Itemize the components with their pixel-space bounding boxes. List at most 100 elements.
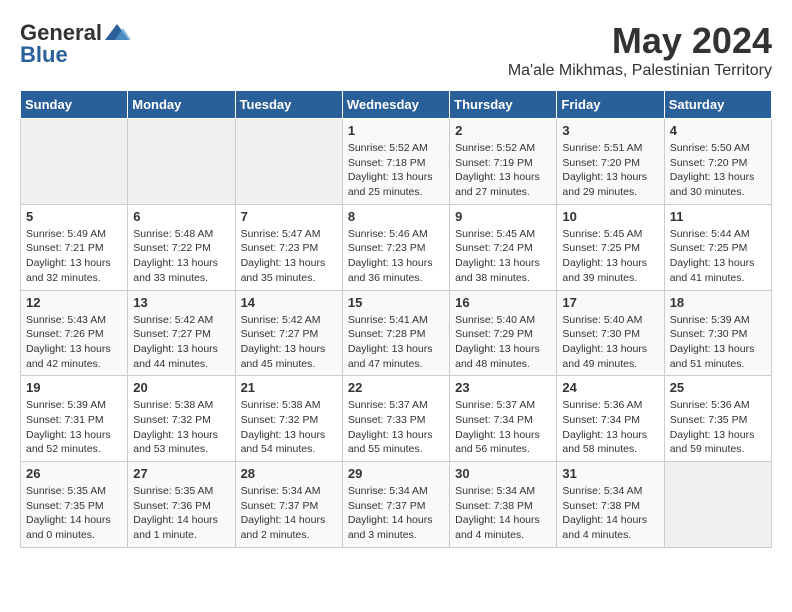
day-info: Sunrise: 5:36 AMSunset: 7:34 PMDaylight:… [562,398,658,457]
calendar-cell: 1 Sunrise: 5:52 AMSunset: 7:18 PMDaylight… [342,119,449,205]
day-number: 14 [241,295,337,310]
calendar-table: SundayMondayTuesdayWednesdayThursdayFrid… [20,90,772,548]
calendar-cell: 16 Sunrise: 5:40 AMSunset: 7:29 PMDayligh… [450,290,557,376]
calendar-cell: 6 Sunrise: 5:48 AMSunset: 7:22 PMDaylight… [128,204,235,290]
day-number: 9 [455,209,551,224]
day-number: 6 [133,209,229,224]
calendar-cell: 17Sunrise: 5:40 AMSunset: 7:30 PMDayligh… [557,290,664,376]
logo-blue: Blue [20,42,68,68]
day-info: Sunrise: 5:36 AMSunset: 7:35 PMDaylight:… [670,398,766,457]
day-info: Sunrise: 5:39 AMSunset: 7:30 PMDaylight:… [670,313,766,372]
day-header-thursday: Thursday [450,91,557,119]
day-number: 19 [26,380,122,395]
day-number: 29 [348,466,444,481]
title-section: May 2024 Ma'ale Mikhmas, Palestinian Ter… [508,20,772,80]
day-number: 17 [562,295,658,310]
day-number: 8 [348,209,444,224]
page-header: General Blue May 2024 Ma'ale Mikhmas, Pa… [20,20,772,80]
calendar-cell: 13 Sunrise: 5:42 AMSunset: 7:27 PMDayligh… [128,290,235,376]
day-number: 2 [455,123,551,138]
day-header-friday: Friday [557,91,664,119]
logo: General Blue [20,20,132,68]
calendar-cell: 31 Sunrise: 5:34 AMSunset: 7:38 PMDayligh… [557,462,664,548]
day-number: 27 [133,466,229,481]
day-info: Sunrise: 5:35 AMSunset: 7:35 PMDaylight:… [26,484,122,543]
day-header-wednesday: Wednesday [342,91,449,119]
day-number: 18 [670,295,766,310]
day-number: 23 [455,380,551,395]
day-info: Sunrise: 5:51 AMSunset: 7:20 PMDaylight:… [562,141,658,200]
day-info: Sunrise: 5:37 AMSunset: 7:34 PMDaylight:… [455,398,551,457]
day-info: Sunrise: 5:46 AMSunset: 7:23 PMDaylight:… [348,227,444,286]
day-number: 30 [455,466,551,481]
day-info: Sunrise: 5:42 AMSunset: 7:27 PMDaylight:… [241,313,337,372]
calendar-cell: 10Sunrise: 5:45 AMSunset: 7:25 PMDayligh… [557,204,664,290]
day-info: Sunrise: 5:50 AMSunset: 7:20 PMDaylight:… [670,141,766,200]
location-title: Ma'ale Mikhmas, Palestinian Territory [508,62,772,80]
day-number: 5 [26,209,122,224]
calendar-cell: 29 Sunrise: 5:34 AMSunset: 7:37 PMDayligh… [342,462,449,548]
day-number: 22 [348,380,444,395]
day-header-sunday: Sunday [21,91,128,119]
calendar-cell: 8 Sunrise: 5:46 AMSunset: 7:23 PMDaylight… [342,204,449,290]
day-info: Sunrise: 5:41 AMSunset: 7:28 PMDaylight:… [348,313,444,372]
day-info: Sunrise: 5:38 AMSunset: 7:32 PMDaylight:… [241,398,337,457]
day-number: 3 [562,123,658,138]
day-number: 15 [348,295,444,310]
day-number: 28 [241,466,337,481]
week-row-1: 1 Sunrise: 5:52 AMSunset: 7:18 PMDaylight… [21,119,772,205]
day-info: Sunrise: 5:35 AMSunset: 7:36 PMDaylight:… [133,484,229,543]
day-number: 20 [133,380,229,395]
day-number: 25 [670,380,766,395]
calendar-cell: 22Sunrise: 5:37 AMSunset: 7:33 PMDayligh… [342,376,449,462]
day-number: 16 [455,295,551,310]
calendar-cell: 21 Sunrise: 5:38 AMSunset: 7:32 PMDayligh… [235,376,342,462]
week-row-2: 5 Sunrise: 5:49 AMSunset: 7:21 PMDaylight… [21,204,772,290]
day-info: Sunrise: 5:52 AMSunset: 7:19 PMDaylight:… [455,141,551,200]
day-number: 24 [562,380,658,395]
day-number: 1 [348,123,444,138]
logo-icon [103,22,131,44]
calendar-body: 1 Sunrise: 5:52 AMSunset: 7:18 PMDaylight… [21,119,772,548]
day-info: Sunrise: 5:49 AMSunset: 7:21 PMDaylight:… [26,227,122,286]
week-row-3: 12 Sunrise: 5:43 AMSunset: 7:26 PMDayligh… [21,290,772,376]
calendar-cell: 3 Sunrise: 5:51 AMSunset: 7:20 PMDaylight… [557,119,664,205]
day-info: Sunrise: 5:34 AMSunset: 7:37 PMDaylight:… [348,484,444,543]
month-title: May 2024 [508,20,772,62]
day-number: 7 [241,209,337,224]
day-number: 26 [26,466,122,481]
week-row-5: 26 Sunrise: 5:35 AMSunset: 7:35 PMDayligh… [21,462,772,548]
day-number: 13 [133,295,229,310]
day-info: Sunrise: 5:40 AMSunset: 7:29 PMDaylight:… [455,313,551,372]
calendar-cell: 25 Sunrise: 5:36 AMSunset: 7:35 PMDayligh… [664,376,771,462]
day-info: Sunrise: 5:34 AMSunset: 7:38 PMDaylight:… [562,484,658,543]
calendar-cell: 11 Sunrise: 5:44 AMSunset: 7:25 PMDayligh… [664,204,771,290]
calendar-cell: 9Sunrise: 5:45 AMSunset: 7:24 PMDaylight… [450,204,557,290]
day-info: Sunrise: 5:48 AMSunset: 7:22 PMDaylight:… [133,227,229,286]
day-header-saturday: Saturday [664,91,771,119]
day-info: Sunrise: 5:38 AMSunset: 7:32 PMDaylight:… [133,398,229,457]
day-number: 21 [241,380,337,395]
day-number: 11 [670,209,766,224]
calendar-cell: 20 Sunrise: 5:38 AMSunset: 7:32 PMDayligh… [128,376,235,462]
day-info: Sunrise: 5:43 AMSunset: 7:26 PMDaylight:… [26,313,122,372]
day-number: 4 [670,123,766,138]
calendar-cell: 2 Sunrise: 5:52 AMSunset: 7:19 PMDaylight… [450,119,557,205]
day-info: Sunrise: 5:52 AMSunset: 7:18 PMDaylight:… [348,141,444,200]
day-number: 12 [26,295,122,310]
calendar-cell: 4 Sunrise: 5:50 AMSunset: 7:20 PMDaylight… [664,119,771,205]
day-info: Sunrise: 5:44 AMSunset: 7:25 PMDaylight:… [670,227,766,286]
day-info: Sunrise: 5:34 AMSunset: 7:38 PMDaylight:… [455,484,551,543]
calendar-cell [21,119,128,205]
day-number: 31 [562,466,658,481]
day-info: Sunrise: 5:42 AMSunset: 7:27 PMDaylight:… [133,313,229,372]
calendar-cell [235,119,342,205]
day-info: Sunrise: 5:39 AMSunset: 7:31 PMDaylight:… [26,398,122,457]
calendar-cell [128,119,235,205]
calendar-header-row: SundayMondayTuesdayWednesdayThursdayFrid… [21,91,772,119]
calendar-cell: 14 Sunrise: 5:42 AMSunset: 7:27 PMDayligh… [235,290,342,376]
calendar-cell: 15 Sunrise: 5:41 AMSunset: 7:28 PMDayligh… [342,290,449,376]
day-info: Sunrise: 5:34 AMSunset: 7:37 PMDaylight:… [241,484,337,543]
calendar-cell: 30 Sunrise: 5:34 AMSunset: 7:38 PMDayligh… [450,462,557,548]
day-number: 10 [562,209,658,224]
